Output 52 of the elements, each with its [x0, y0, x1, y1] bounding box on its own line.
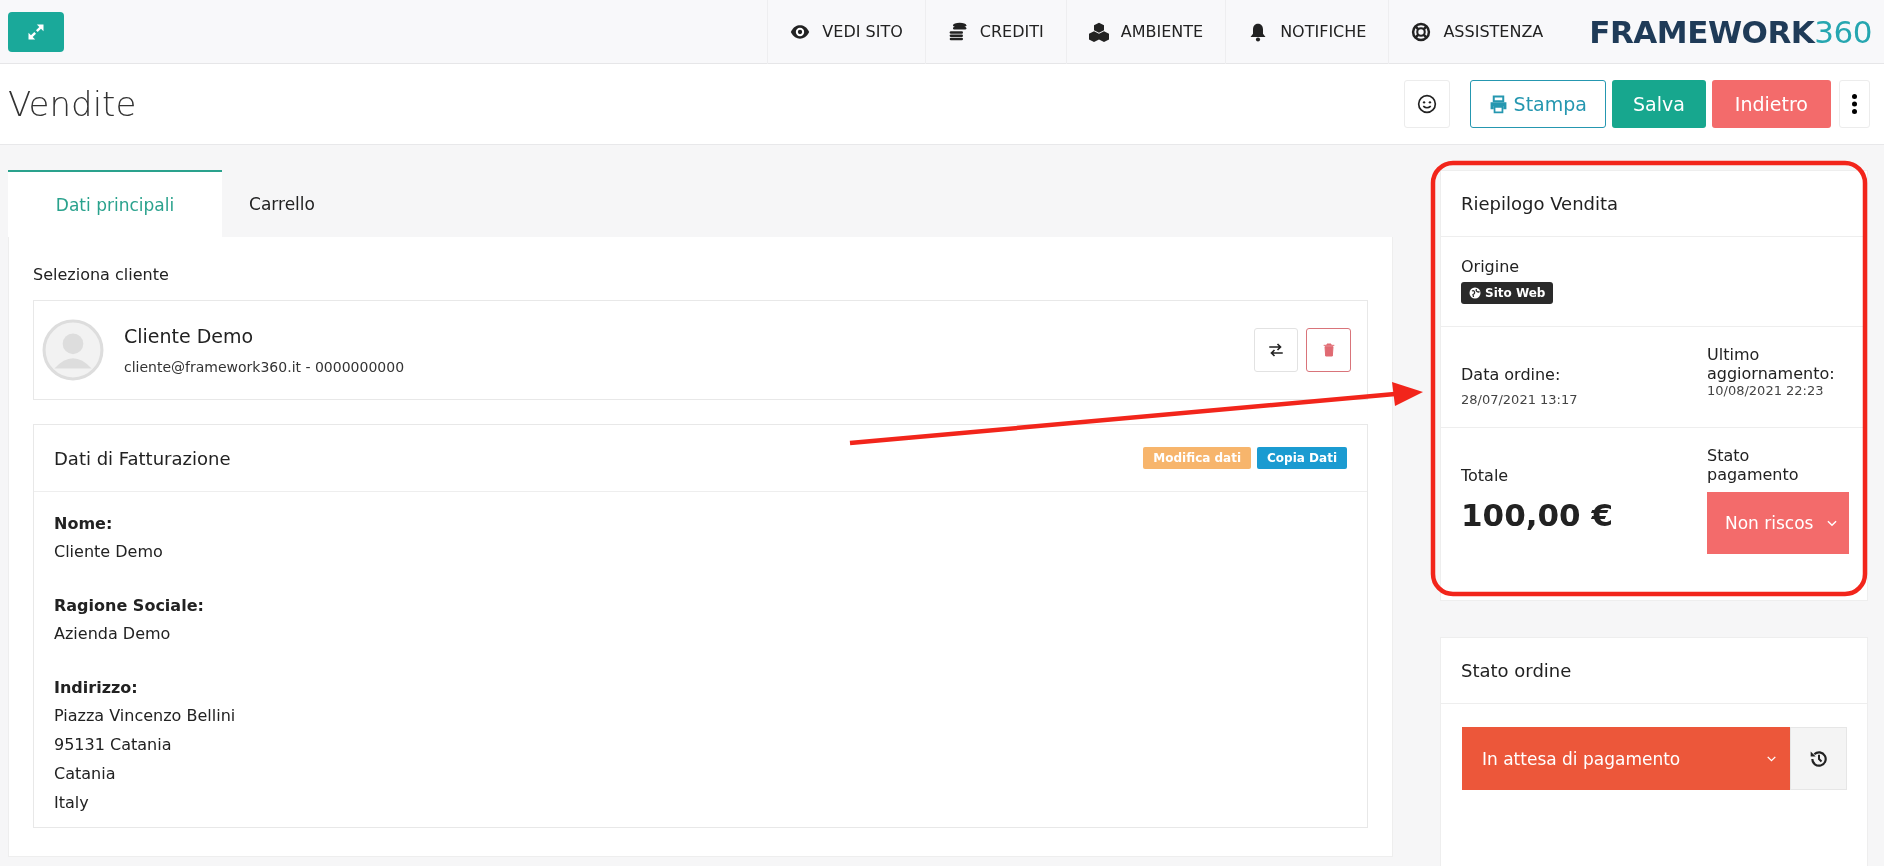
emoji-button[interactable] — [1403, 80, 1450, 128]
history-button[interactable] — [1790, 727, 1847, 790]
nav-link[interactable]: CREDITI — [924, 0, 1066, 64]
printer-icon — [1488, 94, 1508, 114]
customer-contact: cliente@framework360.it - 0000000000 — [124, 359, 405, 375]
nav-link[interactable]: VEDI SITO — [767, 0, 925, 64]
history-icon — [1808, 748, 1829, 769]
field-label: Totale — [1461, 466, 1510, 485]
date-value: 10/08/2021 22:23 — [1707, 383, 1825, 398]
delete-button[interactable] — [1306, 328, 1351, 372]
cubes-icon — [1088, 21, 1109, 42]
card-title: Dati di Fatturazione — [54, 447, 231, 469]
expand-button[interactable] — [8, 11, 64, 52]
nav-link[interactable]: ASSISTENZA — [1388, 0, 1566, 64]
field-value: Azienda Demo — [54, 623, 172, 645]
card-title: Riepilogo Vendita — [1441, 171, 1867, 237]
nav-link[interactable]: AMBIENTE — [1065, 0, 1226, 64]
order-status-select[interactable]: In attesa di pagamento — [1462, 727, 1790, 790]
lifebuoy-icon — [1411, 21, 1432, 42]
field-label: Nome: — [54, 514, 114, 533]
more-button[interactable] — [1839, 80, 1870, 128]
customer-name: Cliente Demo — [124, 325, 255, 347]
field-label: Indirizzo: — [54, 678, 139, 697]
vertical-dots-icon — [1852, 94, 1857, 114]
swap-arrows-icon — [1267, 341, 1285, 359]
swap-button[interactable] — [1254, 328, 1298, 372]
origin-badge: Sito Web — [1461, 282, 1554, 304]
field-label: Data ordine: — [1461, 365, 1562, 384]
action-button[interactable]: Copia Dati — [1257, 447, 1347, 469]
payment-status-select[interactable]: Non riscos — [1707, 492, 1849, 554]
card-title: Stato ordine — [1441, 638, 1867, 704]
total-amount: 100,00 € — [1461, 497, 1614, 533]
save-button[interactable]: Salva — [1611, 80, 1706, 128]
back-button[interactable]: Indietro — [1711, 80, 1831, 128]
field-label: Ultimo aggiornamento: — [1707, 345, 1836, 383]
field-value: Piazza Vincenzo Bellini 95131 Catania Catania Italy — [54, 705, 237, 814]
smiley-icon — [1416, 94, 1437, 114]
avatar-icon — [42, 319, 104, 381]
field-value: Cliente Demo — [54, 541, 164, 563]
section-label: Seleziona cliente — [33, 265, 170, 284]
field-label: Origine — [1461, 257, 1521, 276]
print-button[interactable]: Stampa — [1469, 80, 1606, 128]
tab[interactable]: Carrello — [222, 170, 342, 237]
action-button[interactable]: Modifica dati — [1143, 447, 1252, 469]
coins-icon — [947, 21, 968, 42]
tab[interactable]: Dati principali — [8, 170, 222, 237]
date-value: 28/07/2021 13:17 — [1461, 392, 1579, 407]
field-label: Ragione Sociale: — [54, 596, 205, 615]
page-title: Vendite — [8, 84, 137, 124]
logo[interactable]: FRAMEWORK360 — [1589, 13, 1872, 50]
field-label: Stato pagamento — [1707, 446, 1800, 484]
nav-link[interactable]: NOTIFICHE — [1225, 0, 1389, 64]
